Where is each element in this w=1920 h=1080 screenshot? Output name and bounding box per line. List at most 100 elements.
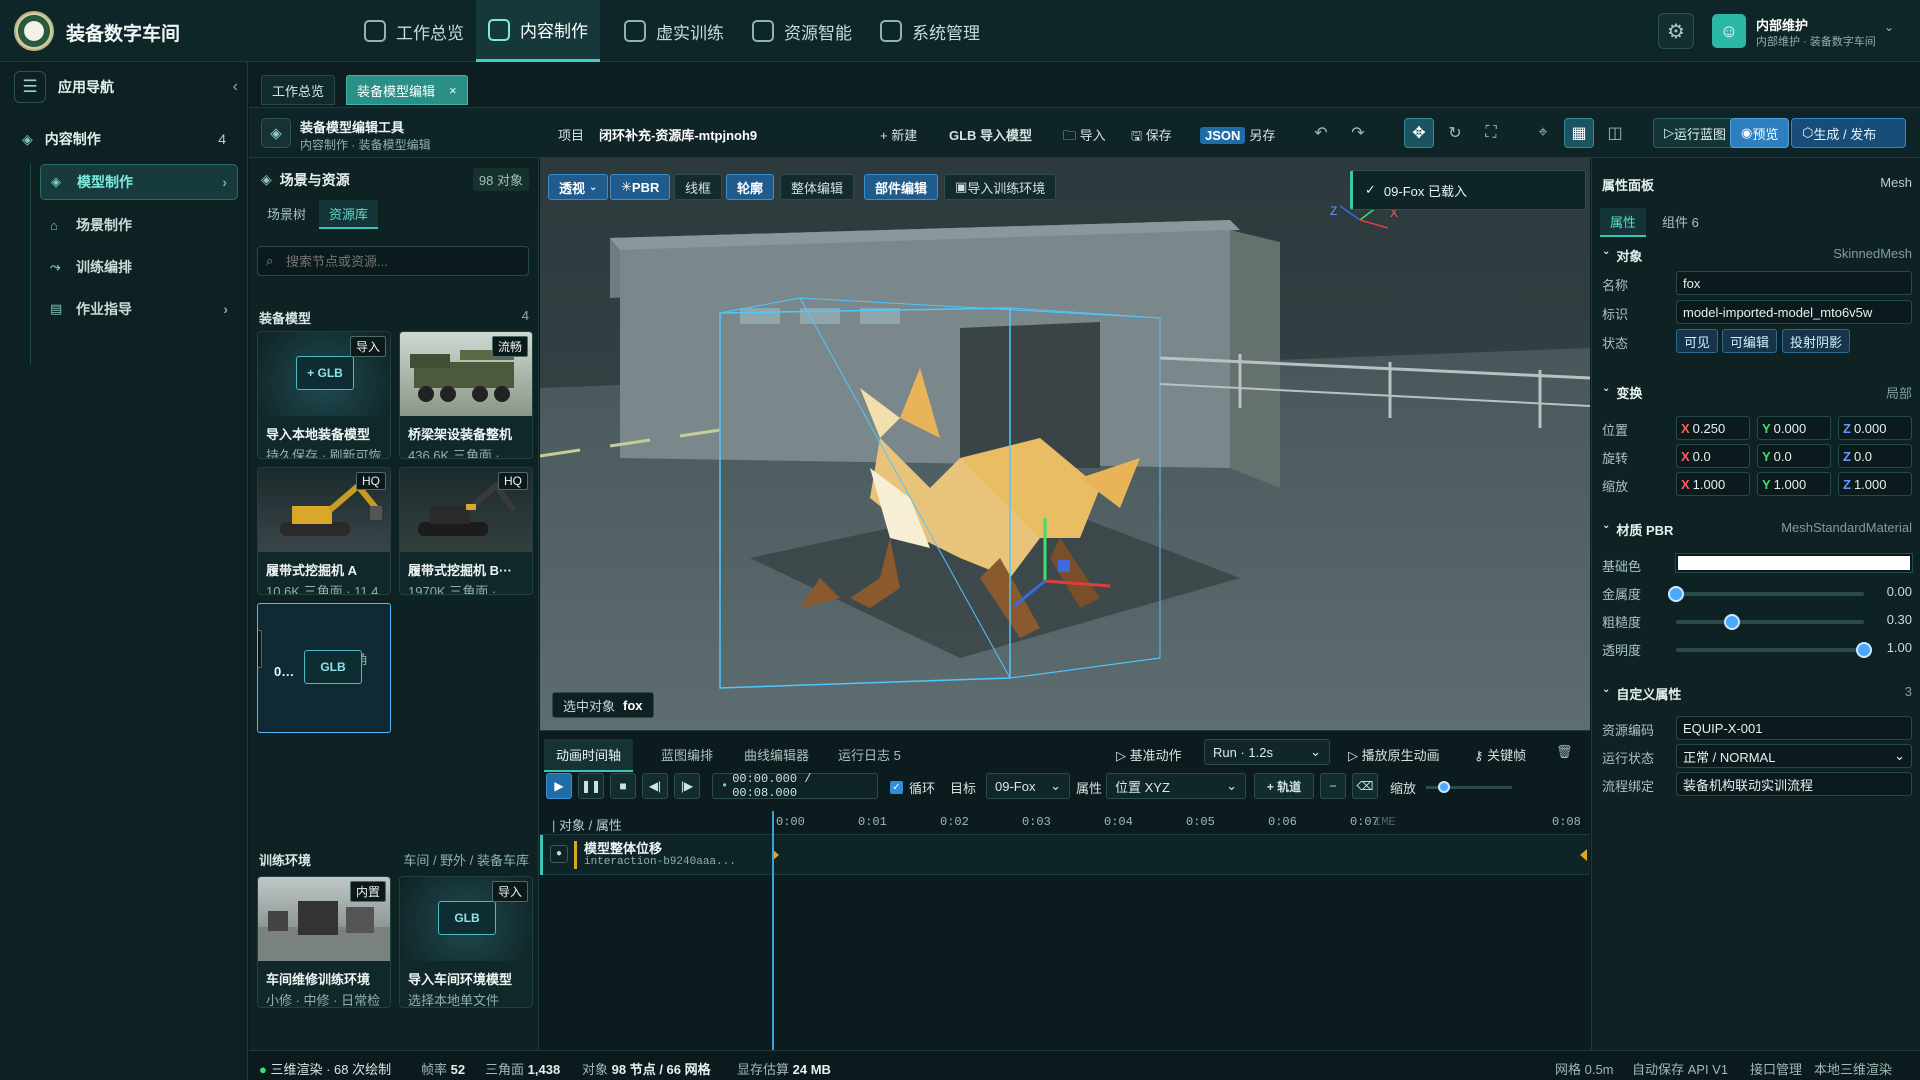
model-card[interactable]: HQ 履带式挖掘机 B··· 1970K 三角面 · 67.6 MB	[399, 467, 533, 595]
position-x-field[interactable]: X 0.250	[1676, 416, 1750, 440]
section-custom[interactable]: ⌄ 自定义属性 3	[1602, 684, 1912, 703]
tab-run-log[interactable]: 运行日志 5	[826, 739, 913, 770]
perspective-toggle[interactable]: 透视 ⌄	[548, 174, 609, 200]
nav-tab-resource[interactable]: 资源智能	[740, 0, 864, 62]
collapse-icon[interactable]: ‹	[233, 78, 238, 96]
opacity-slider[interactable]	[1676, 642, 1872, 658]
chevron-down-icon[interactable]: ⌄	[1884, 20, 1894, 34]
code-field[interactable]: EQUIP-X-001	[1676, 716, 1912, 740]
tab-scene-tree[interactable]: 场景树	[257, 200, 316, 227]
rotation-x-field[interactable]: X 0.0	[1676, 444, 1750, 468]
remove-track-button[interactable]: −	[1320, 773, 1346, 799]
section-pbr[interactable]: ⌄ 材质 PBR MeshStandardMaterial	[1602, 520, 1912, 539]
menu-icon[interactable]: ☰	[14, 71, 46, 103]
env-card[interactable]: 内置 车间维修训练环境 小修 · 中修 · 日常检修 · 拆装区	[257, 876, 391, 1008]
stop-button[interactable]: ■	[610, 773, 636, 799]
zoom-knob[interactable]	[1438, 781, 1450, 793]
section-transform[interactable]: ⌄ 变换 局部	[1602, 383, 1912, 402]
clear-icon[interactable]: ⌫	[1352, 773, 1378, 799]
sidebar-group-content[interactable]: ◈ 内容制作 4	[10, 121, 238, 157]
rotate-tool-icon[interactable]: ↻	[1440, 118, 1470, 148]
nav-tab-system[interactable]: 系统管理	[868, 0, 992, 62]
model-card[interactable]: HQ 履带式挖掘机 A 10.6K 三角面 · 11.4 MB	[257, 467, 391, 595]
tab-blueprint[interactable]: 蓝图编排	[649, 739, 725, 770]
scale-y-field[interactable]: Y 1.000	[1757, 472, 1831, 496]
scale-x-field[interactable]: X 1.000	[1676, 472, 1750, 496]
whole-edit-toggle[interactable]: 整体编辑	[780, 174, 855, 200]
close-icon[interactable]: ×	[449, 83, 457, 98]
outline-toggle[interactable]: 轮廓	[726, 174, 775, 200]
interface-link[interactable]: 接口管理	[1750, 1059, 1802, 1078]
section-object[interactable]: ⌄ 对象 SkinnedMesh	[1602, 246, 1912, 265]
import-env-button[interactable]: ▣ 导入训练环境	[944, 174, 1057, 200]
glb-import-button[interactable]: GLB 导入模型	[949, 125, 1032, 144]
step-forward-button[interactable]: |▶	[674, 773, 700, 799]
base-anim-button[interactable]: ▷ 基准动作	[1116, 745, 1182, 764]
loop-checkbox[interactable]: ✓ 循环	[890, 773, 935, 801]
metalness-knob[interactable]	[1668, 586, 1684, 602]
tab-overview[interactable]: 工作总览	[261, 75, 336, 105]
play-original-button[interactable]: ▷ 播放原生动画	[1348, 745, 1440, 764]
redo-icon[interactable]: ↷	[1343, 118, 1373, 148]
run-blueprint-button[interactable]: ▷ 运行蓝图	[1653, 118, 1738, 148]
playhead[interactable]	[772, 811, 774, 1051]
rotation-y-field[interactable]: Y 0.0	[1757, 444, 1831, 468]
3d-viewport[interactable]: Y Z X 透视⌄ ✳ PBR 线框 轮廓 整体编辑 部件编辑 ▣ 导入训练环境…	[540, 158, 1590, 730]
tab-curve-editor[interactable]: 曲线编辑器	[732, 739, 821, 770]
part-edit-toggle[interactable]: 部件编辑	[864, 174, 939, 200]
preview-button[interactable]: ◉ 预览	[1730, 118, 1790, 148]
tab-animation-timeline[interactable]: 动画时间轴	[544, 739, 634, 772]
visible-toggle[interactable]: 可见	[1676, 329, 1719, 353]
nav-tab-content[interactable]: 内容制作	[476, 0, 600, 62]
scale-tool-icon[interactable]: ⛶	[1476, 118, 1506, 148]
editable-toggle[interactable]: 可编辑	[1722, 329, 1778, 353]
target-select[interactable]: 09-Fox ⌄	[986, 773, 1070, 799]
import-button[interactable]: 🗀 导入	[1063, 125, 1106, 149]
step-back-button[interactable]: ◀|	[642, 773, 668, 799]
opacity-knob[interactable]	[1856, 642, 1872, 658]
camera-icon[interactable]: ◫	[1600, 118, 1630, 148]
user-avatar-icon[interactable]: ☺	[1712, 14, 1746, 48]
roughness-knob[interactable]	[1724, 614, 1741, 630]
search-input[interactable]	[257, 246, 529, 276]
id-field[interactable]: model-imported-model_mto6v5w	[1676, 300, 1912, 324]
scale-z-field[interactable]: Z 1.000	[1838, 472, 1912, 496]
position-y-field[interactable]: Y 0.000	[1757, 416, 1831, 440]
delete-icon[interactable]: 🗑	[1556, 744, 1573, 760]
model-card-selected[interactable]: GLB本地 09-Fox 0.6K 三角面 · 0.2 MB	[257, 603, 391, 733]
env-card[interactable]: GLB导入 导入车间环境模型 选择本地单文件 GLB	[399, 876, 533, 1008]
move-tool-icon[interactable]: ✥	[1404, 118, 1434, 148]
position-z-field[interactable]: Z 0.000	[1838, 416, 1912, 440]
tab-properties[interactable]: 属性	[1600, 208, 1647, 237]
wireframe-toggle[interactable]: 线框	[674, 174, 723, 200]
cast-shadow-toggle[interactable]: 投射阴影	[1782, 329, 1851, 353]
tab-components[interactable]: 组件 6	[1652, 208, 1709, 235]
roughness-slider[interactable]	[1676, 614, 1864, 630]
name-field[interactable]: fox	[1676, 271, 1912, 295]
model-card[interactable]: + GLB导入 导入本地装备模型 持久保存 · 刷新可恢复	[257, 331, 391, 459]
play-button[interactable]: ▶	[546, 773, 572, 799]
publish-button[interactable]: ⬡ 生成 / 发布	[1791, 118, 1906, 148]
nav-tab-overview[interactable]: 工作总览	[352, 0, 476, 62]
pause-button[interactable]: ❚❚	[578, 773, 604, 799]
nav-tab-training[interactable]: 虚实训练	[612, 0, 736, 62]
settings-icon[interactable]: ⚙	[1658, 13, 1694, 49]
keyframe-marker[interactable]	[1580, 849, 1587, 861]
rotation-z-field[interactable]: Z 0.0	[1838, 444, 1912, 468]
sidebar-item-orchestrate[interactable]: ⤳ 训练编排	[28, 249, 238, 285]
keyframe-button[interactable]: ⚷ 关键帧	[1474, 745, 1526, 764]
sidebar-item-scene[interactable]: ⌂ 场景制作	[28, 207, 238, 243]
metalness-slider[interactable]	[1668, 586, 1864, 602]
tab-resource-lib[interactable]: 资源库	[319, 200, 379, 229]
flow-field[interactable]: 装备机构联动实训流程	[1676, 772, 1912, 796]
model-card[interactable]: 流畅 桥梁架设装备整机 436.6K 三角面 · 29.7 MB	[399, 331, 533, 459]
grid-toggle-icon[interactable]: ▦	[1564, 118, 1594, 148]
pbr-toggle[interactable]: ✳ PBR	[610, 174, 671, 200]
new-button[interactable]: + 新建	[880, 125, 917, 144]
save-button[interactable]: 🖫 保存	[1131, 125, 1172, 149]
property-select[interactable]: 位置 XYZ ⌄	[1106, 773, 1246, 799]
tab-model-edit[interactable]: 装备模型编辑 ×	[346, 75, 468, 105]
run-status-select[interactable]: 正常 / NORMAL ⌄	[1676, 744, 1912, 768]
zoom-slider[interactable]	[1426, 781, 1512, 793]
track-visibility-icon[interactable]: ●	[550, 845, 568, 863]
